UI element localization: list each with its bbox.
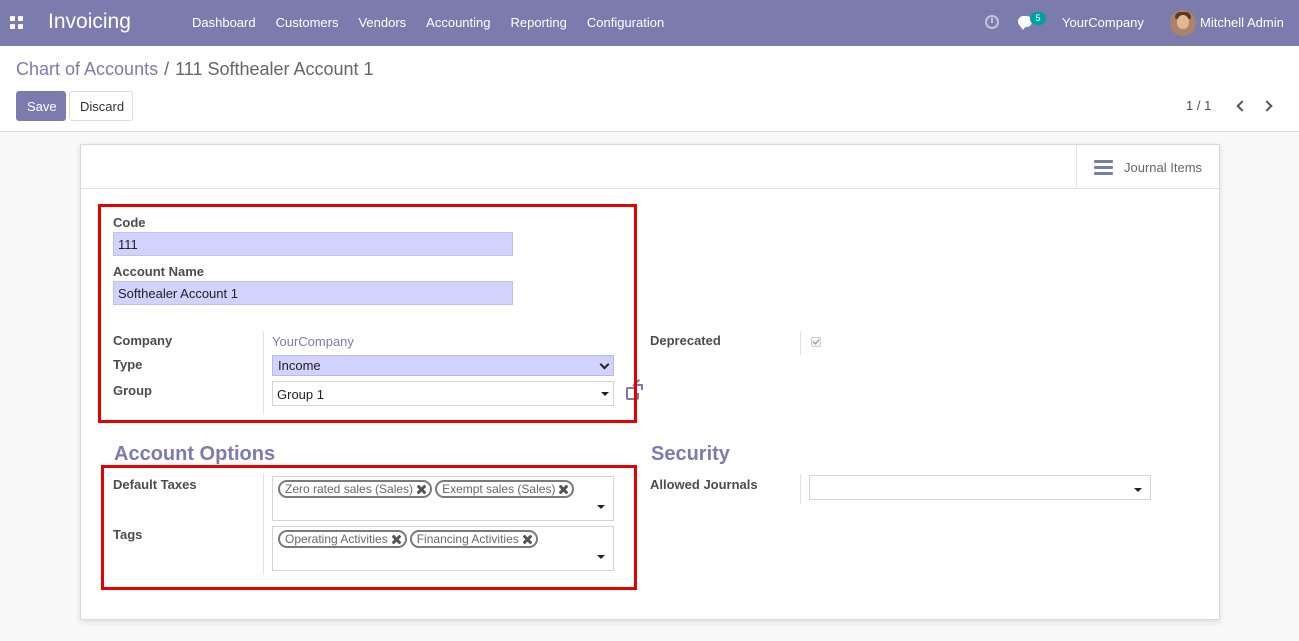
company-value[interactable]: YourCompany xyxy=(272,334,354,349)
company-switcher[interactable]: YourCompany xyxy=(1062,0,1144,46)
tag-label: Operating Activities xyxy=(285,532,388,546)
remove-tag-icon[interactable] xyxy=(559,485,568,494)
form-view: Journal Items Code 111 Account Name Soft… xyxy=(0,132,1299,641)
chevron-down-icon xyxy=(599,359,610,370)
account-options-title: Account Options xyxy=(114,443,276,465)
user-avatar[interactable] xyxy=(1170,10,1196,36)
type-value: Income xyxy=(278,358,321,373)
menu-item-configuration[interactable]: Configuration xyxy=(577,0,674,46)
group-select[interactable]: Group 1 xyxy=(272,381,614,406)
deprecated-label: Deprecated xyxy=(650,333,721,348)
pager-value[interactable]: 1 / 1 xyxy=(1186,98,1211,113)
app-brand[interactable]: Invoicing xyxy=(48,10,131,34)
menu-item-accounting[interactable]: Accounting xyxy=(416,0,500,46)
allowed-journals-label: Allowed Journals xyxy=(650,477,758,492)
breadcrumb-separator: / xyxy=(164,59,170,79)
deprecated-checkbox[interactable] xyxy=(811,337,821,347)
allowed-journals-field[interactable] xyxy=(809,475,1151,500)
chat-count-badge: 5 xyxy=(1030,12,1046,25)
main-menu: Dashboard Customers Vendors Accounting R… xyxy=(182,0,674,46)
control-panel: Chart of Accounts /111 Softhealer Account… xyxy=(0,46,1299,132)
caret-down-icon[interactable] xyxy=(1134,488,1142,492)
label-separator xyxy=(800,331,801,355)
user-menu[interactable]: Mitchell Admin xyxy=(1200,0,1284,46)
label-separator xyxy=(800,474,801,504)
menu-item-vendors[interactable]: Vendors xyxy=(348,0,416,46)
type-label: Type xyxy=(113,357,143,372)
company-label: Company xyxy=(113,333,173,348)
account-name-input[interactable]: Softhealer Account 1 xyxy=(113,281,513,305)
menu-item-reporting[interactable]: Reporting xyxy=(501,0,577,46)
code-input[interactable]: 111 xyxy=(113,232,513,256)
caret-down-icon[interactable] xyxy=(597,505,605,509)
label-separator xyxy=(263,331,264,415)
tag-exempt-sales: Exempt sales (Sales) xyxy=(435,480,575,498)
code-label: Code xyxy=(113,215,146,230)
security-title: Security xyxy=(651,443,730,465)
remove-tag-icon[interactable] xyxy=(523,535,532,544)
default-taxes-field[interactable]: Zero rated sales (Sales) Exempt sales (S… xyxy=(272,476,614,521)
remove-tag-icon[interactable] xyxy=(392,535,401,544)
external-link-icon[interactable] xyxy=(626,378,643,400)
journal-items-label: Journal Items xyxy=(1124,160,1203,175)
default-taxes-label: Default Taxes xyxy=(113,477,197,492)
breadcrumb: Chart of Accounts /111 Softhealer Account… xyxy=(16,59,374,80)
tags-label: Tags xyxy=(113,527,143,542)
menu-item-customers[interactable]: Customers xyxy=(266,0,349,46)
tag-label: Exempt sales (Sales) xyxy=(442,482,556,496)
apps-grid-icon[interactable] xyxy=(10,16,23,29)
tag-financing-activities: Financing Activities xyxy=(409,530,538,548)
pager-next-icon[interactable] xyxy=(1261,98,1276,114)
form-sheet: Journal Items Code 111 Account Name Soft… xyxy=(80,144,1220,620)
bars-icon xyxy=(1094,160,1113,175)
save-button[interactable]: Save xyxy=(16,91,66,121)
remove-tag-icon[interactable] xyxy=(417,485,426,494)
button-box: Journal Items xyxy=(81,145,1219,189)
group-value: Group 1 xyxy=(277,387,324,402)
tag-label: Zero rated sales (Sales) xyxy=(285,482,414,496)
account-tags: Operating Activities Financing Activitie… xyxy=(278,530,538,548)
clock-icon[interactable] xyxy=(985,15,999,29)
top-navbar: Invoicing Dashboard Customers Vendors Ac… xyxy=(0,0,1299,46)
tag-zero-rated-sales: Zero rated sales (Sales) xyxy=(278,480,433,498)
breadcrumb-current: 111 Softhealer Account 1 xyxy=(175,59,374,79)
menu-item-dashboard[interactable]: Dashboard xyxy=(182,0,266,46)
tags-field[interactable]: Operating Activities Financing Activitie… xyxy=(272,526,614,571)
discard-button[interactable]: Discard xyxy=(69,91,133,121)
journal-items-button[interactable]: Journal Items xyxy=(1076,145,1219,189)
tag-operating-activities: Operating Activities xyxy=(278,530,407,548)
pager-previous-icon[interactable] xyxy=(1234,98,1248,114)
caret-down-icon[interactable] xyxy=(597,555,605,559)
default-taxes-tags: Zero rated sales (Sales) Exempt sales (S… xyxy=(278,480,575,498)
group-label: Group xyxy=(113,383,152,398)
account-name-label: Account Name xyxy=(113,264,205,279)
caret-down-icon xyxy=(601,392,609,396)
label-separator xyxy=(263,473,264,575)
tag-label: Financing Activities xyxy=(416,532,519,546)
type-select[interactable]: Income xyxy=(272,355,614,376)
breadcrumb-chart-of-accounts[interactable]: Chart of Accounts xyxy=(16,59,158,79)
